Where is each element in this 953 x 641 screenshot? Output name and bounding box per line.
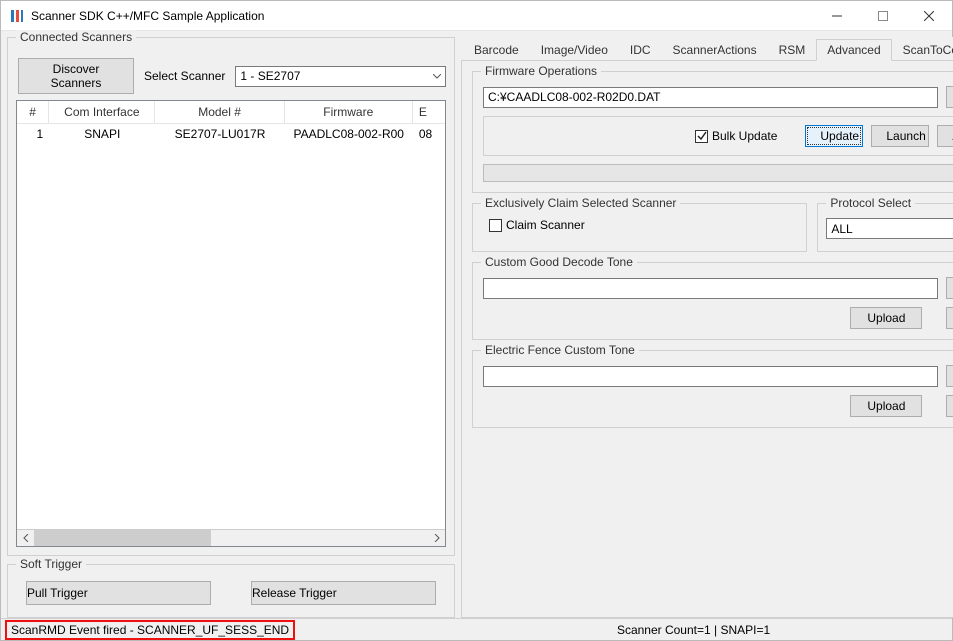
protocol-value: ALL — [831, 222, 852, 236]
scroll-thumb[interactable] — [34, 530, 211, 546]
select-scanner-dropdown[interactable]: 1 - SE2707 — [235, 66, 446, 87]
bulk-update-label: Bulk Update — [712, 129, 777, 143]
scroll-left-icon[interactable] — [17, 530, 34, 546]
connected-scanners-legend: Connected Scanners — [16, 30, 136, 44]
soft-trigger-legend: Soft Trigger — [16, 557, 86, 571]
good-decode-tone-group: Custom Good Decode Tone Browse Upload Er… — [472, 262, 953, 340]
col-num[interactable]: # — [17, 101, 49, 123]
tab-scanner-actions[interactable]: ScannerActions — [662, 39, 768, 60]
good-decode-path-input[interactable] — [483, 278, 938, 299]
table-row[interactable]: 1 SNAPI SE2707-LU017R PAADLC08-002-R00 0… — [17, 124, 445, 144]
efence-upload-button[interactable]: Upload — [850, 395, 922, 417]
app-icon — [9, 8, 25, 24]
cell-com: SNAPI — [49, 124, 155, 144]
tab-image-video[interactable]: Image/Video — [530, 39, 619, 60]
claim-scanner-label: Claim Scanner — [506, 218, 585, 232]
firmware-progress — [483, 164, 953, 182]
firmware-legend: Firmware Operations — [481, 64, 601, 78]
tab-rsm[interactable]: RSM — [768, 39, 817, 60]
claim-scanner-checkbox[interactable]: Claim Scanner — [489, 218, 585, 232]
efence-legend: Electric Fence Custom Tone — [481, 343, 639, 357]
status-event-text: ScanRMD Event fired - SCANNER_UF_SESS_EN… — [5, 620, 295, 640]
cell-fw: PAADLC08-002-R00 — [285, 124, 413, 144]
tab-scan-to-connect[interactable]: ScanToConnect — [892, 39, 953, 60]
window-title: Scanner SDK C++/MFC Sample Application — [31, 9, 814, 23]
claim-scanner-group: Exclusively Claim Selected Scanner Claim… — [472, 203, 807, 252]
good-decode-upload-button[interactable]: Upload — [850, 307, 922, 329]
select-scanner-value: 1 - SE2707 — [240, 69, 300, 83]
tab-content-advanced: Firmware Operations C:¥CAADLC08-002-R02D… — [461, 61, 953, 618]
scanner-grid[interactable]: # Com Interface Model # Firmware E 1 SNA… — [16, 100, 446, 547]
close-button[interactable] — [906, 1, 952, 31]
tab-bar: Barcode Image/Video IDC ScannerActions R… — [461, 37, 953, 61]
chevron-down-icon — [433, 74, 441, 79]
efence-path-input[interactable] — [483, 366, 938, 387]
tab-advanced[interactable]: Advanced — [816, 39, 891, 61]
firmware-path-input[interactable]: C:¥CAADLC08-002-R02D0.DAT — [483, 87, 938, 108]
good-decode-erase-button[interactable]: Erase — [946, 307, 953, 329]
left-panel: Connected Scanners Discover Scanners Sel… — [7, 37, 455, 618]
efence-browse-button[interactable]: Browse — [946, 365, 953, 387]
efence-erase-button[interactable]: Erase — [946, 395, 953, 417]
titlebar: Scanner SDK C++/MFC Sample Application — [1, 1, 952, 31]
col-firmware[interactable]: Firmware — [285, 101, 413, 123]
cell-model: SE2707-LU017R — [155, 124, 284, 144]
discover-scanners-button[interactable]: Discover Scanners — [18, 58, 134, 94]
main-body: Connected Scanners Discover Scanners Sel… — [1, 31, 952, 618]
col-com-interface[interactable]: Com Interface — [49, 101, 155, 123]
soft-trigger-group: Soft Trigger Pull Trigger Release Trigge… — [7, 564, 455, 618]
launch-button[interactable]: Launch — [871, 125, 929, 147]
update-button[interactable]: Update — [805, 125, 863, 147]
cell-num: 1 — [17, 124, 49, 144]
cell-e: 08 — [413, 124, 445, 144]
claim-legend: Exclusively Claim Selected Scanner — [481, 196, 680, 210]
window: Scanner SDK C++/MFC Sample Application C… — [0, 0, 953, 641]
window-controls — [814, 1, 952, 31]
status-counts-text: Scanner Count=1 | SNAPI=1 — [477, 623, 770, 637]
bulk-update-checkbox[interactable]: Bulk Update — [695, 129, 777, 143]
right-panel: Barcode Image/Video IDC ScannerActions R… — [461, 37, 953, 618]
abort-button[interactable]: Abort — [937, 125, 953, 147]
tab-barcode[interactable]: Barcode — [463, 39, 530, 60]
horizontal-scrollbar[interactable] — [17, 529, 445, 546]
minimize-button[interactable] — [814, 1, 860, 31]
firmware-browse-button[interactable]: Browse — [946, 86, 953, 108]
protocol-legend: Protocol Select — [826, 196, 915, 210]
scroll-right-icon[interactable] — [428, 530, 445, 546]
good-decode-legend: Custom Good Decode Tone — [481, 255, 637, 269]
maximize-button[interactable] — [860, 1, 906, 31]
col-model[interactable]: Model # — [155, 101, 284, 123]
good-decode-browse-button[interactable]: Browse — [946, 277, 953, 299]
col-e[interactable]: E — [413, 101, 445, 123]
pull-trigger-button[interactable]: Pull Trigger — [26, 581, 211, 605]
firmware-operations-group: Firmware Operations C:¥CAADLC08-002-R02D… — [472, 71, 953, 193]
status-bar: ScanRMD Event fired - SCANNER_UF_SESS_EN… — [1, 618, 952, 640]
electric-fence-tone-group: Electric Fence Custom Tone Browse Upload… — [472, 350, 953, 428]
release-trigger-button[interactable]: Release Trigger — [251, 581, 436, 605]
protocol-select-dropdown[interactable]: ALL — [826, 218, 953, 239]
select-scanner-label: Select Scanner — [144, 69, 225, 83]
connected-scanners-group: Connected Scanners Discover Scanners Sel… — [7, 37, 455, 556]
tab-idc[interactable]: IDC — [619, 39, 662, 60]
protocol-select-group: Protocol Select ALL — [817, 203, 953, 252]
